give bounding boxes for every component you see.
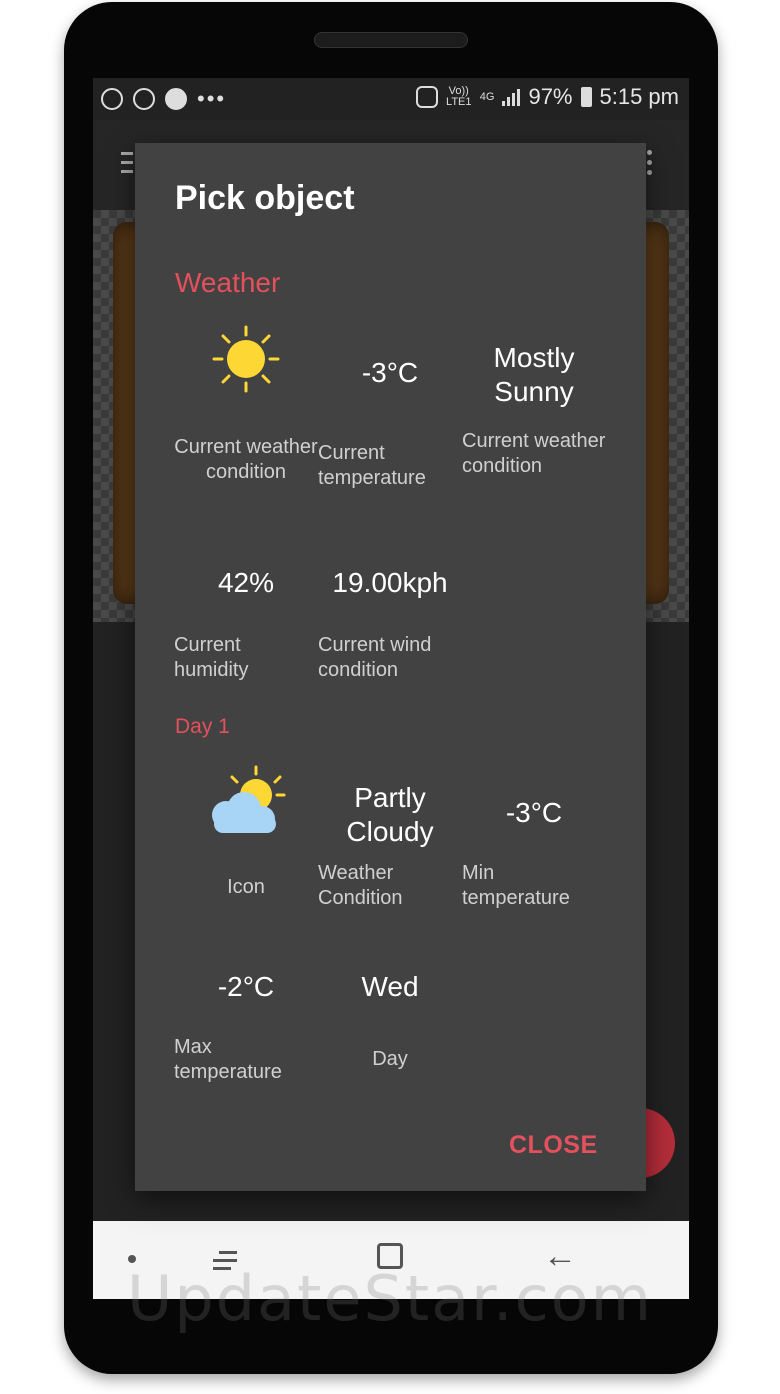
signal-icon <box>502 88 521 106</box>
item-value: -3°C <box>505 797 563 828</box>
weather-item-wind[interactable]: 19.00kph Current wind condition <box>318 553 462 693</box>
phone-speaker <box>314 32 468 48</box>
clock-icon <box>133 88 155 110</box>
battery-percent: 97% <box>528 84 573 109</box>
item-label: Current humidity <box>174 634 249 681</box>
clock-time: 5:15 pm <box>599 84 680 109</box>
item-value: 19.00kph <box>332 567 448 598</box>
app-notification-icon <box>165 88 187 110</box>
item-label: Max temperature <box>174 1036 282 1083</box>
item-value: Wed <box>361 971 419 1002</box>
item-label: Current temperature <box>318 442 426 489</box>
day1-item-min-temperature[interactable]: -3°C Min temperature <box>462 765 606 915</box>
overflow-menu-icon[interactable] <box>647 150 652 180</box>
section-header-day1: Day 1 <box>175 715 230 738</box>
item-value: -3°C <box>361 357 419 388</box>
item-label: Min temperature <box>462 862 570 909</box>
alarm-icon <box>415 86 438 108</box>
weather-item-temperature[interactable]: -3°C Current temperature <box>318 323 462 513</box>
item-value: 42% <box>217 567 275 598</box>
status-system: Vo)) LTE1 4G 97% 5:15 pm <box>415 84 680 110</box>
more-notifications-icon: ••• <box>197 86 227 111</box>
section-header-weather: Weather <box>175 267 281 298</box>
status-notifications: ••• <box>101 86 226 112</box>
item-label: Day <box>372 1048 408 1070</box>
weather-item-condition-text[interactable]: Mostly Sunny Current weather condition <box>462 323 606 513</box>
weather-item-humidity[interactable]: 42% Current humidity <box>174 553 318 693</box>
sun-icon <box>212 325 280 393</box>
watermark: UpdateStar.com <box>126 1262 654 1335</box>
item-label: Current wind condition <box>318 634 432 681</box>
dialog-title: Pick object <box>175 179 355 217</box>
day1-item-day[interactable]: Wed Day <box>318 955 462 1095</box>
volte-indicator: Vo)) LTE1 <box>446 85 472 108</box>
battery-charging-icon <box>580 87 592 107</box>
close-button[interactable]: CLOSE <box>509 1131 598 1160</box>
weather-item-condition-icon[interactable]: Current weather condition <box>174 323 318 513</box>
menu-icon[interactable] <box>121 152 133 179</box>
partly-cloudy-icon <box>212 765 286 833</box>
item-label: Current weather condition <box>462 430 606 477</box>
item-label: Current weather condition <box>174 436 318 483</box>
item-value: Partly Cloudy <box>346 782 434 847</box>
item-value: Mostly Sunny <box>493 342 575 407</box>
day1-item-condition[interactable]: Partly Cloudy Weather Condition <box>318 765 462 915</box>
day1-item-max-temperature[interactable]: -2°C Max temperature <box>174 955 318 1095</box>
whatsapp-icon <box>101 88 123 110</box>
item-value: -2°C <box>217 971 275 1002</box>
day1-item-icon[interactable]: Icon <box>174 765 318 915</box>
item-label: Icon <box>227 876 265 898</box>
item-label: Weather Condition <box>318 862 403 909</box>
status-bar: ••• Vo)) LTE1 4G 97% 5:15 pm <box>93 78 689 120</box>
pick-object-dialog: Pick object Weather Current weather cond… <box>135 143 646 1191</box>
network-type: 4G <box>479 90 495 103</box>
